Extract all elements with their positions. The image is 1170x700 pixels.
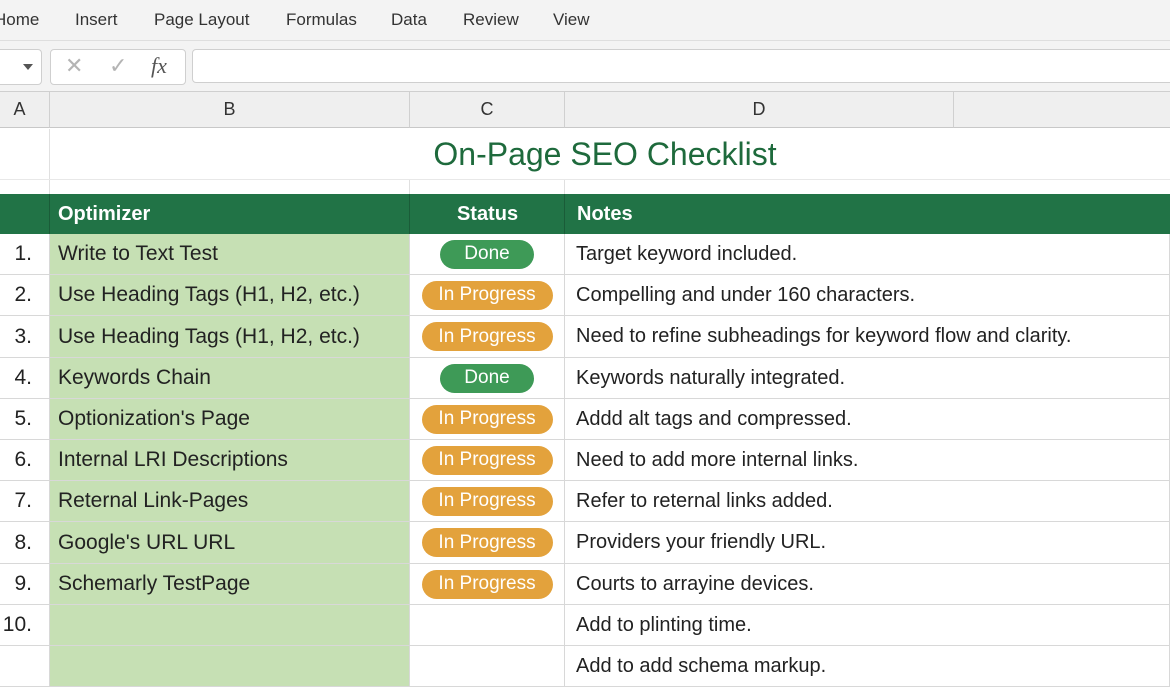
row-number-cell[interactable]: 3. <box>0 316 50 358</box>
row-number-cell[interactable]: 10. <box>0 605 50 646</box>
column-header-c[interactable]: C <box>410 92 565 128</box>
tab-page-layout[interactable]: Page Layout <box>154 10 249 30</box>
ribbon-tabs: Home Insert Page Layout Formulas Data Re… <box>0 0 1170 41</box>
notes-cell[interactable]: Need to add more internal links. <box>565 440 1170 481</box>
optimizer-cell[interactable]: Write to Text Test <box>50 234 410 275</box>
status-cell[interactable] <box>410 605 565 646</box>
notes-cell[interactable]: Compelling and under 160 characters. <box>565 275 1170 316</box>
header-divider <box>49 194 50 234</box>
notes-cell[interactable]: Add to plinting time. <box>565 605 1170 646</box>
gridline <box>409 179 410 194</box>
column-header-a[interactable]: A <box>0 92 50 128</box>
status-cell[interactable]: In Progress <box>410 440 565 481</box>
optimizer-cell[interactable]: Use Heading Tags (H1, H2, etc.) <box>50 275 410 316</box>
status-badge: In Progress <box>421 445 553 475</box>
optimizer-cell[interactable]: Internal LRI Descriptions <box>50 440 410 481</box>
optimizer-cell[interactable]: Schemarly TestPage <box>50 564 410 605</box>
tab-view[interactable]: View <box>553 10 590 30</box>
column-header-label: D <box>752 99 766 119</box>
optimizer-cell[interactable]: Keywords Chain <box>50 358 410 399</box>
column-header-d[interactable]: D <box>565 92 954 128</box>
gridline <box>0 179 1170 180</box>
status-badge: In Progress <box>421 569 553 599</box>
column-header-label: C <box>480 99 494 119</box>
gridline <box>564 179 565 194</box>
status-cell[interactable]: In Progress <box>410 481 565 522</box>
notes-cell[interactable]: Courts to arrayine devices. <box>565 564 1170 605</box>
tab-review[interactable]: Review <box>463 10 519 30</box>
tab-formulas[interactable]: Formulas <box>286 10 357 30</box>
column-header-b[interactable]: B <box>50 92 410 128</box>
cancel-icon[interactable]: ✕ <box>65 55 83 77</box>
optimizer-cell[interactable]: Reternal Link-Pages <box>50 481 410 522</box>
row-number-cell[interactable]: 5. <box>0 399 50 440</box>
row-number-cell[interactable]: 8. <box>0 522 50 564</box>
chevron-down-icon[interactable] <box>23 64 33 70</box>
status-badge: Done <box>440 363 534 393</box>
optimizer-cell[interactable]: Google's URL URL <box>50 522 410 564</box>
notes-cell[interactable]: Keywords naturally integrated. <box>565 358 1170 399</box>
row-number-cell[interactable]: 6. <box>0 440 50 481</box>
status-cell[interactable]: Done <box>410 358 565 399</box>
optimizer-cell[interactable]: Use Heading Tags (H1, H2, etc.) <box>50 316 410 358</box>
status-cell[interactable]: Done <box>410 234 565 275</box>
table-header-row: Optimizer Status Notes <box>0 194 1170 234</box>
column-header-label: A <box>13 99 26 119</box>
insert-function-button[interactable]: fx <box>151 53 167 79</box>
row-number-cell[interactable] <box>0 646 50 687</box>
row-number-cell[interactable]: 2. <box>0 275 50 316</box>
tab-data[interactable]: Data <box>391 10 427 30</box>
status-cell[interactable]: In Progress <box>410 564 565 605</box>
name-box[interactable] <box>0 49 42 85</box>
header-notes[interactable]: Notes <box>577 194 633 234</box>
status-badge: In Progress <box>421 280 553 310</box>
tab-home[interactable]: Home <box>0 10 39 30</box>
status-badge: In Progress <box>421 486 553 516</box>
header-optimizer[interactable]: Optimizer <box>58 194 150 234</box>
row-number-cell[interactable]: 9. <box>0 564 50 605</box>
status-badge: In Progress <box>421 528 553 557</box>
notes-cell[interactable]: Refer to reternal links added. <box>565 481 1170 522</box>
status-badge: In Progress <box>421 322 553 351</box>
row-number-cell[interactable]: 1. <box>0 234 50 275</box>
optimizer-cell[interactable]: Optionization's Page <box>50 399 410 440</box>
notes-cell[interactable]: Add to add schema markup. <box>565 646 1170 687</box>
notes-cell[interactable]: Target keyword included. <box>565 234 1170 275</box>
optimizer-cell[interactable] <box>50 605 410 646</box>
row-number-cell[interactable]: 4. <box>0 358 50 399</box>
status-badge: Done <box>440 239 534 269</box>
status-cell[interactable] <box>410 646 565 687</box>
status-cell[interactable]: In Progress <box>410 316 565 358</box>
column-header-e[interactable] <box>954 92 1170 128</box>
formula-input[interactable] <box>192 49 1170 83</box>
notes-cell[interactable]: Need to refine subheadings for keyword f… <box>565 316 1170 358</box>
formula-bar: ✕ ✓ fx <box>0 41 1170 92</box>
header-status[interactable]: Status <box>410 194 565 234</box>
optimizer-cell[interactable] <box>50 646 410 687</box>
status-cell[interactable]: In Progress <box>410 275 565 316</box>
row-number-cell[interactable]: 7. <box>0 481 50 522</box>
status-badge: In Progress <box>421 404 553 434</box>
check-icon[interactable]: ✓ <box>109 55 127 77</box>
notes-cell[interactable]: Addd alt tags and compressed. <box>565 399 1170 440</box>
tab-insert[interactable]: Insert <box>75 10 118 30</box>
status-cell[interactable]: In Progress <box>410 399 565 440</box>
status-cell[interactable]: In Progress <box>410 522 565 564</box>
sheet-title[interactable]: On-Page SEO Checklist <box>0 129 1170 179</box>
notes-cell[interactable]: Providers your friendly URL. <box>565 522 1170 564</box>
column-header-label: B <box>223 99 236 119</box>
formula-buttons: ✕ ✓ fx <box>50 49 186 85</box>
